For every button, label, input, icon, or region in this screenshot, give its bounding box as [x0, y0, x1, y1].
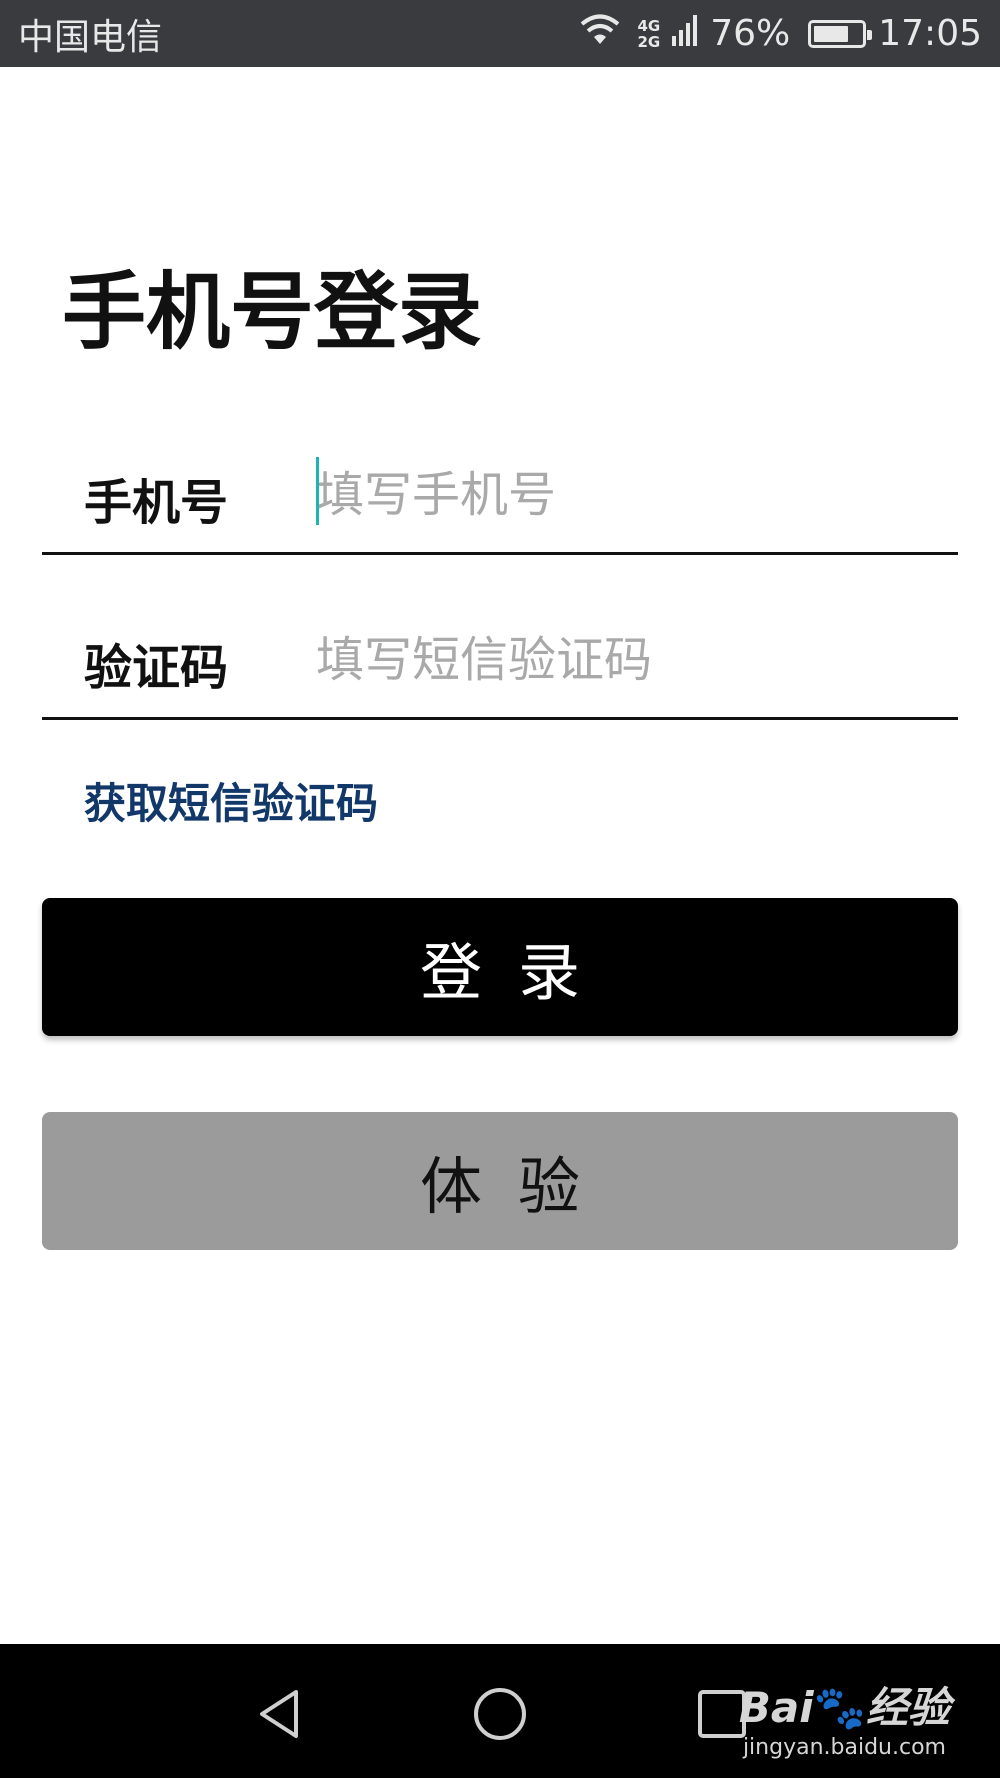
code-row: 验证码: [42, 600, 958, 720]
phone-input[interactable]: [316, 455, 916, 535]
phone-row: 手机号: [42, 435, 958, 555]
status-bar: 中国电信 4G 2G 76% 17:05: [0, 0, 1000, 67]
back-triangle-icon[interactable]: [250, 1684, 310, 1744]
network-type-badge: 4G 2G: [637, 16, 661, 51]
signal-icon: [672, 10, 698, 57]
trial-button-label: 体验: [419, 1150, 616, 1223]
battery-percent: 76%: [710, 13, 791, 54]
login-screen: 中国电信 4G 2G 76% 17:05 手机号登录 手机号 填写手机号 验证码…: [0, 0, 1000, 1778]
login-button-label: 登录: [419, 936, 616, 1009]
get-sms-code-link[interactable]: 获取短信验证码: [84, 770, 378, 831]
text-cursor: [316, 457, 319, 525]
watermark-url: jingyan.baidu.com: [742, 1735, 946, 1760]
baidu-jingyan-watermark: Bai🐾经验 jingyan.baidu.com: [739, 1674, 950, 1760]
home-circle-icon[interactable]: [470, 1684, 530, 1744]
wifi-icon: [575, 10, 625, 57]
navigation-bar: Bai🐾经验 jingyan.baidu.com: [0, 1644, 1000, 1778]
page-title: 手机号登录: [62, 263, 483, 361]
battery-icon: [808, 19, 873, 48]
battery-level: [814, 25, 848, 42]
paw-icon: 🐾: [813, 1683, 866, 1732]
code-input[interactable]: [316, 620, 916, 700]
carrier-name: 中国电信: [18, 16, 163, 58]
watermark-logo: Bai🐾经验: [738, 1683, 950, 1732]
login-button[interactable]: 登录: [42, 898, 958, 1036]
trial-button[interactable]: 体验: [42, 1112, 958, 1250]
code-label: 验证码: [84, 640, 229, 696]
clock: 17:05: [878, 13, 982, 54]
phone-label: 手机号: [84, 475, 229, 531]
